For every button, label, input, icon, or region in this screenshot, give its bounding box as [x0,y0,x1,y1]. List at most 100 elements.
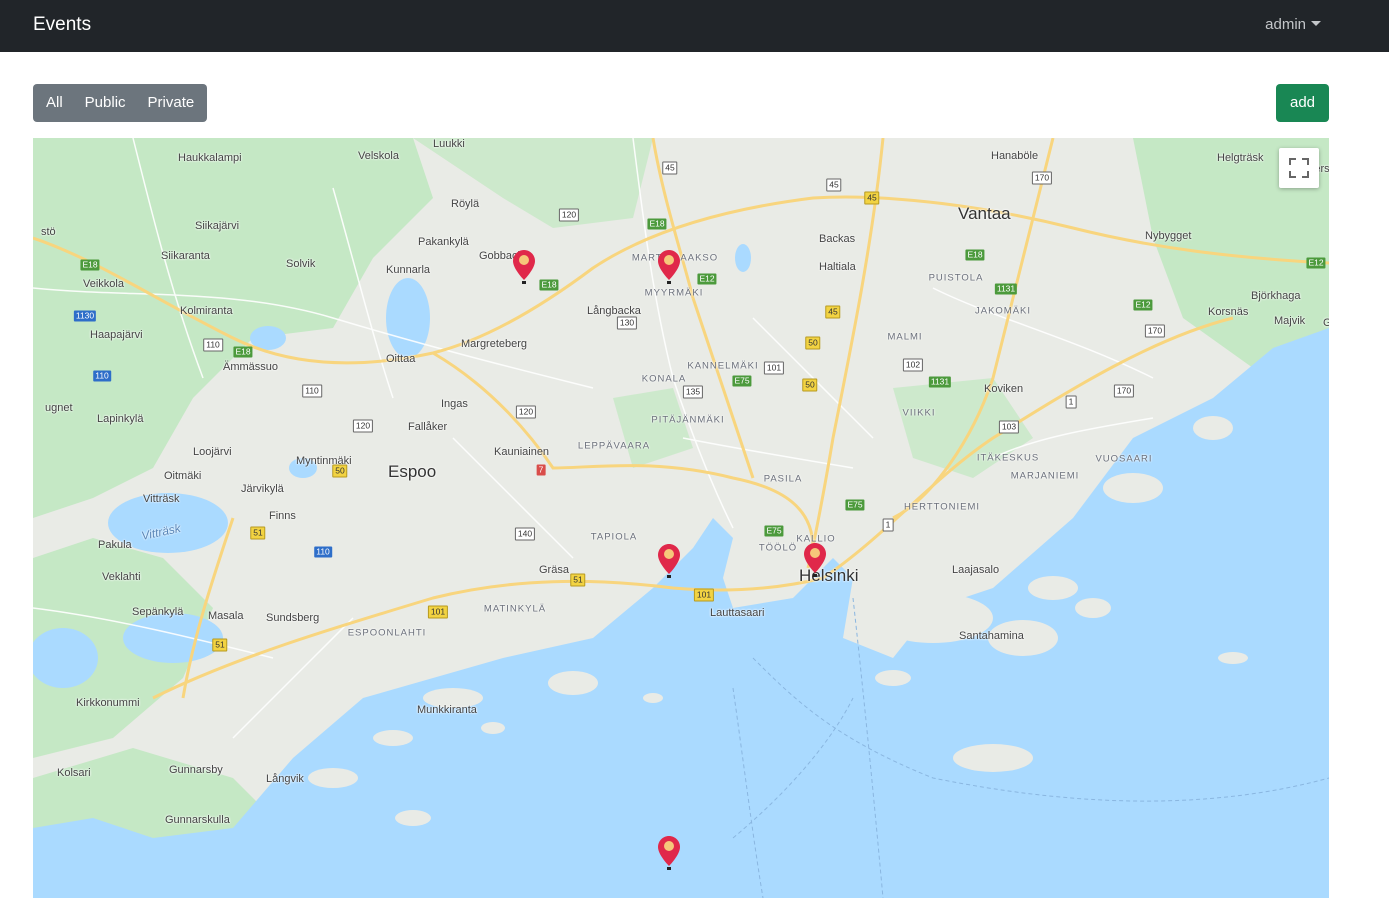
road-shield: E18 [539,279,559,291]
map-place-label: Kauniainen [494,446,550,458]
map-district-label: ESPOONLAHTI [347,627,427,639]
road-shield: 170 [1144,324,1166,338]
events-map[interactable]: Haukkalampi Velskola Luukki Röylä Siikajärvi… [33,138,1329,898]
road-shield: E12 [697,273,717,285]
map-district-label: KANNELMÄKI [687,360,759,372]
filter-public-button[interactable]: Public [74,84,137,122]
road-shield: 51 [212,638,228,652]
road-shield: 170 [1113,384,1135,398]
map-place-label: Ämmässuo [223,361,279,373]
map-district-label: TAPIOLA [590,531,638,543]
user-menu-dropdown[interactable]: admin [1265,14,1321,36]
road-shield: 140 [514,527,536,541]
filter-all-button[interactable]: All [33,84,74,122]
map-district-label: MATINKYLÄ [483,603,547,615]
road-shield: E75 [845,499,865,511]
event-marker-1[interactable] [513,250,535,284]
map-place-label: Finns [269,510,296,522]
road-shield: 50 [332,464,348,478]
road-shield: 120 [515,405,537,419]
map-place-label: Sundsberg [266,612,320,624]
map-place-label: Veikkola [83,278,124,290]
map-place-label: Gunnarskulla [165,814,230,826]
event-marker-5[interactable] [658,836,680,870]
map-district-label: ITÄKESKUS [976,452,1040,464]
event-marker-4[interactable] [804,543,826,577]
road-shield: 1131 [928,376,952,388]
map-place-label: Lauttasaari [710,607,765,619]
road-shield: 110 [203,338,223,352]
road-shield: E75 [764,525,784,537]
road-shield: 130 [616,316,638,330]
map-place-label: Nybygget [1145,230,1192,242]
map-place-label: Sepänkylä [132,606,184,618]
road-shield: 110 [93,370,111,382]
road-shield: 102 [902,358,924,372]
user-menu-label: admin [1265,16,1306,33]
map-place-label: Kirkkonummi [76,697,140,709]
map-district-label: VUOSAARI [1095,453,1153,465]
map-place-label: Kolmiranta [180,305,233,317]
map-place-label: Korsnäs [1208,306,1249,318]
road-shield: 1131 [994,283,1018,295]
map-place-label: Margreteberg [461,338,528,350]
fullscreen-icon [1289,158,1309,178]
map-place-label: Loojärvi [193,446,232,458]
map-place-label: Solvik [286,258,316,270]
road-shield: E75 [732,375,752,387]
map-pin-icon [658,836,680,870]
map-district-label: PITÄJÄNMÄKI [651,414,725,426]
map-place-label: Oittaa [386,353,416,365]
map-place-label: Långvik [266,773,304,785]
map-place-label: Järvikylä [241,483,284,495]
map-place-label: Lapinkylä [97,413,144,425]
map-place-label: Gumbos [1323,317,1329,329]
app-brand[interactable]: Events [33,13,91,37]
map-place-label: Gunnarsby [169,764,223,776]
road-shield: 1 [882,518,894,532]
map-place-label: Siikaranta [161,250,210,262]
map-place-label: Siikajärvi [195,220,240,232]
map-pin-icon [804,543,826,577]
map-district-label: VIIKKI [902,407,936,419]
map-place-label: Kunnarla [386,264,431,276]
map-place-label: Haapajärvi [90,329,143,341]
road-shield: 45 [662,161,678,175]
map-district-label: TÖÖLÖ [758,542,798,554]
map-place-label: Munkkiranta [417,704,477,716]
road-shield: 1 [1065,395,1077,409]
map-fullscreen-button[interactable] [1279,148,1319,188]
road-shield: E12 [1306,257,1326,269]
map-place-label: Masala [208,610,244,622]
road-shield: 135 [682,385,704,399]
event-marker-2[interactable] [658,250,680,284]
chevron-down-icon [1311,21,1321,26]
road-shield: 1130 [73,310,97,322]
map-place-label: Långbacka [587,305,641,317]
road-shield: E12 [1133,299,1153,311]
map-pin-icon [658,544,680,578]
map-place-label: Velskola [358,150,399,162]
event-filter-group: All Public Private [33,84,208,122]
road-shield: 110 [314,546,332,558]
map-city-label: Espoo [388,462,437,481]
road-shield: 45 [826,178,842,192]
top-navbar: Events admin [0,0,1389,52]
map-pin-icon [513,250,535,284]
map-place-label: Pakankylä [418,236,469,248]
road-shield: 120 [352,419,374,433]
road-shield: 101 [693,588,715,602]
map-district-label: KONALA [641,373,687,385]
map-place-label: Hanaböle [991,150,1039,162]
map-place-label: Pakula [98,539,132,551]
map-place-label: Koviken [984,383,1024,395]
road-shield: E18 [965,249,985,261]
filter-private-button[interactable]: Private [137,84,208,122]
map-place-label: Ingas [441,398,468,410]
road-shield: 120 [558,208,580,222]
add-event-button[interactable]: add [1276,84,1329,122]
map-place-label: Vitträsk [143,493,180,505]
event-marker-3[interactable] [658,544,680,578]
map-place-label: Veklahti [102,571,141,583]
road-shield: E18 [647,218,667,230]
